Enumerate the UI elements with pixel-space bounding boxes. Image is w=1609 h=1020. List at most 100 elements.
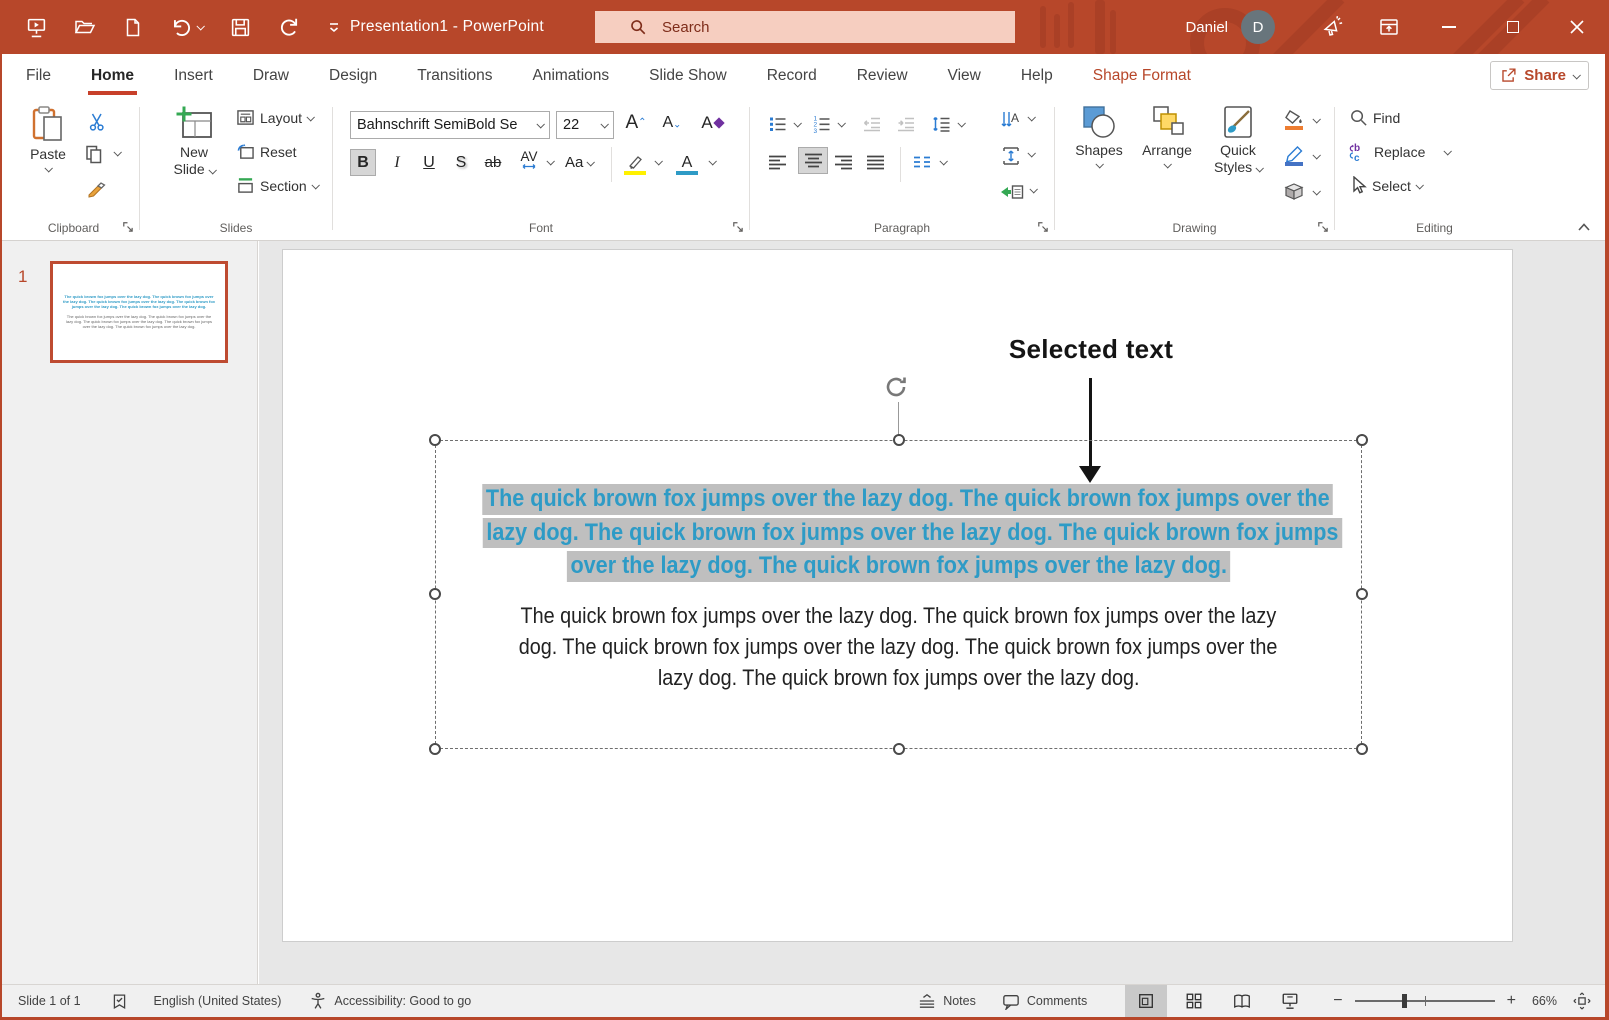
selected-text-line[interactable]: lazy dog. The quick brown fox jumps over… [435, 517, 1362, 552]
notes-button[interactable]: Notes [918, 993, 976, 1009]
chevron-down-icon[interactable] [1029, 185, 1038, 194]
chevron-down-icon[interactable] [793, 119, 802, 128]
replace-button[interactable]: b c Replace [1347, 142, 1453, 162]
chevron-down-icon[interactable] [837, 119, 846, 128]
resize-handle-top-left[interactable] [429, 434, 441, 446]
search-input[interactable]: Search [595, 11, 1015, 43]
zoom-level[interactable]: 66% [1532, 994, 1557, 1008]
new-file-icon[interactable] [123, 17, 143, 38]
paragraph-dialog-launcher[interactable] [1036, 220, 1049, 233]
undo-icon[interactable] [170, 16, 205, 38]
normal-text-line[interactable]: The quick brown fox jumps over the lazy … [435, 602, 1362, 633]
italic-button[interactable]: I [384, 149, 410, 176]
zoom-slider[interactable] [1354, 994, 1495, 1008]
normal-text-line[interactable]: dog. The quick brown fox jumps over the … [435, 633, 1362, 664]
shape-fill-button[interactable] [1281, 107, 1307, 133]
fit-slide-to-window-button[interactable] [1573, 992, 1591, 1010]
slideshow-view-button[interactable] [1269, 985, 1311, 1018]
tab-home[interactable]: Home [87, 54, 138, 97]
accessibility-button[interactable]: Accessibility: Good to go [309, 992, 471, 1010]
chevron-down-icon[interactable] [546, 157, 555, 166]
line-spacing-button[interactable] [932, 111, 952, 137]
chevron-down-icon[interactable] [1572, 70, 1581, 80]
text-shadow-button[interactable]: S [448, 149, 474, 176]
tab-design[interactable]: Design [329, 54, 377, 97]
chevron-down-icon[interactable] [708, 157, 717, 166]
open-file-icon[interactable] [74, 17, 96, 37]
format-painter-button[interactable] [82, 175, 110, 201]
tab-file[interactable]: File [26, 54, 51, 97]
resize-handle-top-center[interactable] [893, 434, 905, 446]
chevron-down-icon[interactable] [957, 119, 966, 128]
shape-effects-button[interactable] [1281, 179, 1307, 205]
tab-help[interactable]: Help [1021, 54, 1053, 97]
decrease-indent-button[interactable] [862, 111, 882, 137]
new-slide-button[interactable]: New Slide [166, 105, 222, 178]
slide-sorter-view-button[interactable] [1173, 985, 1215, 1018]
layout-button[interactable]: Layout [236, 109, 315, 126]
align-text-button[interactable] [1000, 143, 1022, 169]
copy-button[interactable] [80, 141, 108, 167]
character-spacing-button[interactable]: AV [516, 147, 542, 174]
tab-insert[interactable]: Insert [174, 54, 213, 97]
font-dialog-launcher[interactable] [731, 220, 744, 233]
align-right-button[interactable] [834, 149, 853, 175]
shrink-font-button[interactable]: A ⌃ [659, 109, 685, 136]
font-size-select[interactable]: 22 [556, 111, 614, 139]
clipboard-dialog-launcher[interactable] [121, 220, 134, 233]
bullets-button[interactable] [768, 111, 788, 137]
redo-icon[interactable] [278, 16, 300, 38]
language-button[interactable]: English (United States) [154, 994, 282, 1008]
justify-button[interactable] [866, 149, 885, 175]
resize-handle-middle-left[interactable] [429, 588, 441, 600]
comments-button[interactable]: Comments [1002, 993, 1087, 1010]
tab-transitions[interactable]: Transitions [417, 54, 492, 97]
align-center-button[interactable] [798, 147, 828, 174]
numbering-button[interactable]: 1 2 3 [812, 111, 832, 137]
tab-review[interactable]: Review [857, 54, 908, 97]
tab-slide-show[interactable]: Slide Show [649, 54, 727, 97]
selected-text-line[interactable]: over the lazy dog. The quick brown fox j… [435, 551, 1362, 585]
columns-button[interactable] [912, 149, 932, 175]
selected-paragraph[interactable]: The quick brown fox jumps over the lazy … [435, 484, 1362, 585]
selected-text-line[interactable]: The quick brown fox jumps over the lazy … [435, 484, 1362, 518]
tab-view[interactable]: View [948, 54, 981, 97]
customize-quick-access-icon[interactable] [327, 20, 341, 34]
normal-view-button[interactable] [1125, 984, 1168, 1018]
reading-view-button[interactable] [1221, 985, 1263, 1018]
minimize-button[interactable] [1417, 0, 1481, 54]
coming-soon-megaphone-icon[interactable] [1305, 0, 1361, 54]
select-button[interactable]: Select [1349, 176, 1424, 195]
tab-shape-format[interactable]: Shape Format [1093, 54, 1191, 97]
chevron-down-icon[interactable] [113, 148, 122, 157]
tab-record[interactable]: Record [767, 54, 817, 97]
drawing-dialog-launcher[interactable] [1316, 220, 1329, 233]
paste-button[interactable]: Paste [22, 105, 74, 173]
clear-formatting-button[interactable]: A [699, 109, 725, 136]
slide-thumbnail[interactable]: The quick brown fox jumps over the lazy … [50, 261, 228, 363]
spell-check-button[interactable] [111, 993, 128, 1010]
chevron-down-icon[interactable] [1312, 187, 1321, 196]
resize-handle-bottom-right[interactable] [1356, 743, 1368, 755]
arrange-button[interactable]: Arrange [1135, 105, 1199, 169]
normal-text-line[interactable]: lazy dog. The quick brown fox jumps over… [435, 664, 1362, 695]
underline-button[interactable]: U [416, 149, 442, 176]
change-case-button[interactable]: Aa [565, 149, 596, 176]
shapes-button[interactable]: Shapes [1069, 105, 1129, 169]
align-left-button[interactable] [768, 149, 787, 175]
share-button[interactable]: Share [1490, 61, 1589, 90]
normal-paragraph[interactable]: The quick brown fox jumps over the lazy … [435, 602, 1362, 695]
zoom-slider-handle[interactable] [1402, 994, 1408, 1008]
chevron-down-icon[interactable] [1027, 149, 1036, 158]
chevron-down-icon[interactable] [1027, 113, 1036, 122]
cut-button[interactable] [84, 109, 112, 135]
chevron-down-icon[interactable] [939, 157, 948, 166]
resize-handle-bottom-left[interactable] [429, 743, 441, 755]
increase-indent-button[interactable] [896, 111, 916, 137]
chevron-down-icon[interactable] [654, 157, 663, 166]
maximize-button[interactable] [1481, 0, 1545, 54]
tab-animations[interactable]: Animations [532, 54, 609, 97]
user-name[interactable]: Daniel [1185, 19, 1228, 36]
close-button[interactable] [1545, 0, 1609, 54]
slide[interactable]: Selected text The quick brown fox jumps … [283, 250, 1512, 941]
